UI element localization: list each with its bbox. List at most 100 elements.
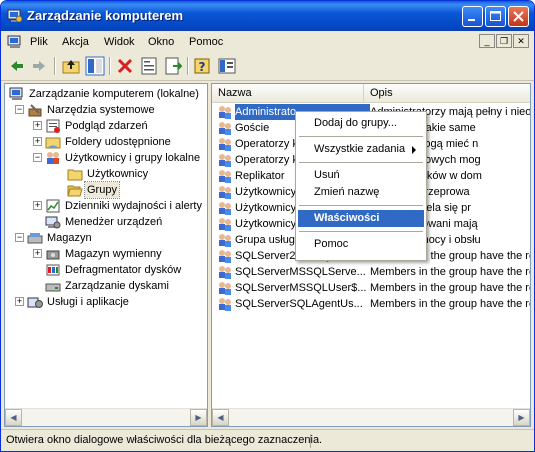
menu-separator — [299, 231, 423, 232]
tree-item-label: Grupy — [84, 181, 120, 199]
minimize-icon — [468, 19, 475, 21]
tools-icon — [28, 104, 42, 117]
menu-item-help[interactable]: Pomoc — [298, 236, 424, 253]
row-description: Members in the group have the re — [370, 298, 530, 310]
collapse-icon[interactable]: − — [15, 233, 24, 242]
row-name: SQLServerMSSQLUser$... — [235, 282, 367, 294]
menu-plik[interactable]: Plik — [30, 36, 48, 48]
menu-akcja[interactable]: Akcja — [62, 36, 89, 48]
menu-widok[interactable]: Widok — [104, 36, 135, 48]
scroll-left-button[interactable]: ◀ — [212, 409, 229, 426]
scroll-left-icon: ◀ — [10, 413, 17, 422]
users-groups-icon — [47, 152, 59, 164]
mdi-minimize-icon: _ — [484, 36, 490, 46]
up-folder-icon[interactable] — [61, 56, 81, 76]
back-arrow-icon[interactable] — [7, 56, 27, 76]
title-bar[interactable]: Zarządzanie komputerem — [1, 1, 534, 31]
menu-pomoc[interactable]: Pomoc — [189, 36, 223, 48]
table-row[interactable]: SQLServerMSSQLUser$... Members in the gro… — [212, 280, 530, 296]
group-icon — [219, 218, 231, 231]
row-name: SQLServerMSSQLServe... — [235, 266, 366, 278]
console-tree[interactable]: Zarządzanie komputerem (lokalne) − Narzę… — [4, 83, 208, 427]
status-bar: Otwiera okno dialogowe właściwości dla b… — [1, 429, 534, 451]
tree-horizontal-scrollbar[interactable]: ◀ ▶ — [5, 408, 207, 426]
list-header: Nazwa Opis — [212, 84, 530, 103]
scroll-left-button[interactable]: ◀ — [5, 409, 22, 426]
device-manager-icon — [45, 216, 61, 229]
group-icon — [219, 122, 231, 135]
mdi-restore-button[interactable]: ❐ — [496, 34, 512, 48]
scroll-right-button[interactable]: ▶ — [513, 409, 530, 426]
services-icon — [27, 297, 43, 308]
mdi-close-icon: ✕ — [517, 36, 525, 46]
minimize-button[interactable] — [462, 6, 483, 27]
column-header-description[interactable]: Opis — [364, 84, 530, 102]
tree-item-label: Użytkownicy — [87, 168, 149, 180]
export-list-icon[interactable] — [163, 56, 183, 76]
table-row[interactable]: SQLServerMSSQLServe... Members in the gro… — [212, 264, 530, 280]
menu-separator — [299, 205, 423, 206]
context-menu: Dodaj do grupy... Wszystkie zadania Usuń… — [295, 111, 427, 261]
group-icon — [219, 282, 231, 295]
expand-icon[interactable]: + — [33, 121, 42, 130]
list-horizontal-scrollbar[interactable]: ◀ ▶ — [212, 408, 530, 426]
tree-item-label: Zarządzanie komputerem (lokalne) — [29, 88, 199, 100]
tree-item-label: Narzędzia systemowe — [47, 104, 155, 116]
row-description: Members in the group have the re — [370, 266, 530, 278]
menu-separator — [299, 136, 423, 137]
tree-item-label: Magazyn wymienny — [65, 248, 162, 260]
scroll-right-button[interactable]: ▶ — [190, 409, 207, 426]
toolbar: ? — [1, 53, 534, 81]
maximize-button[interactable] — [485, 6, 506, 27]
menu-separator — [299, 162, 423, 163]
collapse-icon[interactable]: − — [15, 105, 24, 114]
show-hide-tree-icon[interactable] — [85, 56, 105, 76]
group-icon — [219, 298, 231, 311]
tree-item-label: Magazyn — [47, 232, 92, 244]
expand-icon[interactable]: + — [15, 297, 24, 306]
menu-item-label: Wszystkie zadania — [314, 143, 406, 155]
tree-item-label: Usługi i aplikacje — [47, 296, 129, 308]
delete-icon[interactable] — [115, 56, 135, 76]
forward-arrow-icon[interactable] — [29, 56, 49, 76]
menu-item-delete[interactable]: Usuń — [298, 167, 424, 184]
group-icon — [219, 266, 231, 279]
menu-item-all-tasks[interactable]: Wszystkie zadania — [298, 141, 424, 158]
help-icon[interactable]: ? — [193, 56, 213, 76]
system-menu-icon[interactable] — [7, 34, 23, 50]
table-row[interactable]: SQLServerSQLAgentUs... Members in the gro… — [212, 296, 530, 312]
window-title: Zarządzanie komputerem — [27, 8, 184, 23]
mdi-close-button[interactable]: ✕ — [513, 34, 529, 48]
menu-item-add-to-group[interactable]: Dodaj do grupy... — [298, 115, 424, 132]
shared-folder-icon — [45, 137, 61, 149]
menu-item-rename[interactable]: Zmień nazwę — [298, 184, 424, 201]
menu-item-properties[interactable]: Właściwości — [298, 210, 424, 227]
status-text: Otwiera okno dialogowe właściwości dla b… — [6, 434, 323, 448]
group-icon — [219, 138, 231, 151]
close-button[interactable] — [508, 6, 529, 27]
tree-item-label: Użytkownicy i grupy lokalne — [65, 152, 201, 164]
console-icon[interactable] — [217, 56, 237, 76]
performance-logs-icon — [46, 199, 60, 213]
tree-item-label: Dzienniki wydajności i alerty — [65, 200, 202, 212]
group-icon — [219, 202, 231, 215]
toolbar-separator — [187, 57, 189, 75]
group-icon — [219, 170, 231, 183]
row-name: SQLServerSQLAgentUs... — [235, 298, 363, 310]
mdi-restore-icon: ❐ — [499, 36, 509, 46]
expand-icon[interactable]: + — [33, 249, 42, 258]
menu-okno[interactable]: Okno — [148, 36, 174, 48]
mdi-minimize-button[interactable]: _ — [479, 34, 495, 48]
toolbar-separator — [54, 57, 56, 75]
defragmenter-icon — [46, 264, 60, 276]
tree-item-label: Zarządzanie dyskami — [65, 280, 169, 292]
collapse-icon[interactable]: − — [33, 153, 42, 162]
computer-management-icon — [9, 87, 23, 100]
tree-item-label: Podgląd zdarzeń — [65, 120, 148, 132]
properties-icon[interactable] — [139, 56, 159, 76]
disk-management-icon — [45, 283, 61, 292]
expand-icon[interactable]: + — [33, 201, 42, 210]
tree-item-label: Defragmentator dysków — [65, 264, 182, 276]
expand-icon[interactable]: + — [33, 137, 42, 146]
column-header-name[interactable]: Nazwa — [212, 84, 364, 102]
